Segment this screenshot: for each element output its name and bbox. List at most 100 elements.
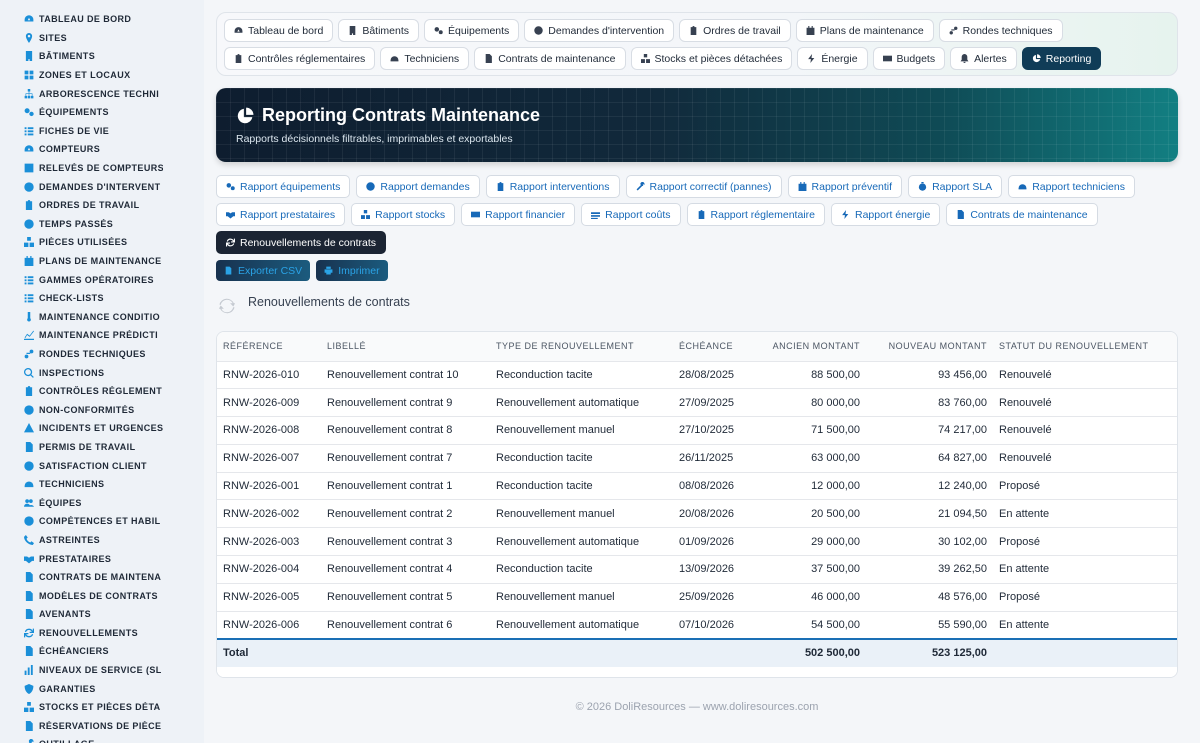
sidebar-item-controles-reglement[interactable]: CONTRÔLES RÉGLEMENT [0, 382, 204, 401]
sidebar-item-modeles-de-contrats[interactable]: MODÈLES DE CONTRATS [0, 586, 204, 605]
report-rapport-energie-button[interactable]: Rapport énergie [831, 203, 941, 226]
column-header-reference[interactable]: RÉFÉRENCE [217, 332, 321, 362]
sidebar-item-outillage[interactable]: OUTILLAGE [0, 735, 204, 743]
sidebar-item-check-lists[interactable]: CHECK-LISTS [0, 289, 204, 308]
sidebar-item-rondes-techniques[interactable]: RONDES TECHNIQUES [0, 345, 204, 364]
report-rapport-interventions-button[interactable]: Rapport interventions [485, 175, 620, 198]
table-row[interactable]: RNW-2026-001 Renouvellement contrat 1 Reco… [217, 472, 1177, 501]
sidebar-item-inspections[interactable]: INSPECTIONS [0, 363, 204, 382]
sidebar-item-batiments[interactable]: BÂTIMENTS [0, 47, 204, 66]
gears-icon [226, 183, 235, 191]
column-header-type-de-renouvellement[interactable]: TYPE DE RENOUVELLEMENT [490, 332, 673, 362]
sidebar-item-arborescence-techni[interactable]: ARBORESCENCE TECHNI [0, 84, 204, 103]
sidebar-item-techniciens[interactable]: TECHNICIENS [0, 475, 204, 494]
column-header-nouveau-montant[interactable]: NOUVEAU MONTANT [866, 332, 993, 362]
column-header-ancien-montant[interactable]: ANCIEN MONTANT [752, 332, 866, 362]
sidebar-item-niveaux-de-service-sl[interactable]: NIVEAUX DE SERVICE (SL [0, 661, 204, 680]
sidebar-item-prestataires[interactable]: PRESTATAIRES [0, 549, 204, 568]
table-row[interactable]: RNW-2026-004 Renouvellement contrat 4 Reco… [217, 555, 1177, 584]
print-button[interactable]: Imprimer [316, 260, 388, 281]
nav-button-label: Plans de maintenance [819, 24, 924, 37]
report-rapport-reglementaire-button[interactable]: Rapport réglementaire [686, 203, 825, 226]
nav-alertes-button[interactable]: Alertes [950, 47, 1017, 70]
nav-stocks-et-pieces-detachees-button[interactable]: Stocks et pièces détachées [630, 47, 793, 70]
nav-plans-de-maintenance-button[interactable]: Plans de maintenance [795, 19, 934, 42]
report-rapport-couts-button[interactable]: Rapport coûts [581, 203, 681, 226]
nav-equipements-button[interactable]: Équipements [424, 19, 520, 42]
sidebar-item-maintenance-conditio[interactable]: MAINTENANCE CONDITIO [0, 308, 204, 327]
sidebar-item-permis-de-travail[interactable]: PERMIS DE TRAVAIL [0, 438, 204, 457]
sidebar-item-stocks-et-pieces-deta[interactable]: STOCKS ET PIÈCES DÉTA [0, 698, 204, 717]
sidebar-item-competences-et-habil[interactable]: COMPÉTENCES ET HABIL [0, 512, 204, 531]
sidebar-item-avenants[interactable]: AVENANTS [0, 605, 204, 624]
sidebar-item-satisfaction-client[interactable]: SATISFACTION CLIENT [0, 456, 204, 475]
report-rapport-correctif-pannes-button[interactable]: Rapport correctif (pannes) [625, 175, 782, 198]
report-rapport-stocks-button[interactable]: Rapport stocks [351, 203, 456, 226]
sidebar-item-fiches-de-vie[interactable]: FICHES DE VIE [0, 122, 204, 141]
column-header-statut-du-renouvellement[interactable]: STATUT DU RENOUVELLEMENT [993, 332, 1177, 362]
table-row[interactable]: RNW-2026-010 Renouvellement contrat 10 Rec… [217, 361, 1177, 390]
sidebar-item-contrats-de-maintena[interactable]: CONTRATS DE MAINTENA [0, 568, 204, 587]
sidebar-item-renouvellements[interactable]: RENOUVELLEMENTS [0, 624, 204, 643]
table-row[interactable]: RNW-2026-009 Renouvellement contrat 9 Reno… [217, 388, 1177, 418]
table-row[interactable]: RNW-2026-008 Renouvellement contrat 8 Reno… [217, 416, 1177, 445]
report-rapport-sla-button[interactable]: Rapport SLA [908, 175, 1003, 198]
sidebar-item-garanties[interactable]: GARANTIES [0, 679, 204, 698]
nav-demandes-d-intervention-button[interactable]: Demandes d'intervention [524, 19, 675, 42]
table-row[interactable]: RNW-2026-005 Renouvellement contrat 5 Reno… [217, 583, 1177, 612]
nav-batiments-button[interactable]: Bâtiments [338, 19, 419, 42]
report-rapport-techniciens-button[interactable]: Rapport techniciens [1008, 175, 1135, 198]
nav-energie-button[interactable]: Énergie [797, 47, 868, 70]
table-bottom-spacer [217, 666, 1177, 677]
sidebar-item-equipes[interactable]: ÉQUIPES [0, 493, 204, 512]
sidebar-item-releves-de-compteurs[interactable]: RELEVÉS DE COMPTEURS [0, 159, 204, 178]
table-row[interactable]: RNW-2026-002 Renouvellement contrat 2 Reno… [217, 499, 1177, 529]
report-renouvellements-de-contrats-button[interactable]: Renouvellements de contrats [216, 231, 386, 254]
sidebar-item-zones-et-locaux[interactable]: ZONES ET LOCAUX [0, 66, 204, 85]
nav-button-label: Bâtiments [362, 24, 409, 37]
sidebar-item-sites[interactable]: SITES [0, 29, 204, 48]
report-rapport-preventif-button[interactable]: Rapport préventif [787, 175, 903, 198]
sidebar-item-maintenance-predicti[interactable]: MAINTENANCE PRÉDICTI [0, 326, 204, 345]
sidebar-item-demandes-d-intervent[interactable]: DEMANDES D'INTERVENT [0, 177, 204, 196]
report-rapport-equipements-button[interactable]: Rapport équipements [216, 175, 351, 198]
sidebar-item-ordres-de-travail[interactable]: ORDRES DE TRAVAIL [0, 196, 204, 215]
sidebar-item-tableau-de-bord[interactable]: TABLEAU DE BORD [0, 10, 204, 29]
sidebar-item-echeanciers[interactable]: ÉCHÉANCIERS [0, 642, 204, 661]
sidebar-item-astreintes[interactable]: ASTREINTES [0, 531, 204, 550]
export-csv-button[interactable]: Exporter CSV [216, 260, 311, 281]
table-row[interactable]: RNW-2026-007 Renouvellement contrat 7 Reco… [217, 444, 1177, 473]
nav-controles-reglementaires-button[interactable]: Contrôles réglementaires [224, 47, 376, 70]
report-contrats-de-maintenance-button[interactable]: Contrats de maintenance [946, 203, 1098, 226]
table-row[interactable]: RNW-2026-003 Renouvellement contrat 3 Reno… [217, 527, 1177, 557]
sidebar-item-plans-de-maintenance[interactable]: PLANS DE MAINTENANCE [0, 252, 204, 271]
column-header-libelle[interactable]: LIBELLÉ [321, 332, 490, 362]
nav-ordres-de-travail-button[interactable]: Ordres de travail [679, 19, 791, 42]
users-icon [24, 498, 34, 507]
sidebar-item-gammes-operatoires[interactable]: GAMMES OPÉRATOIRES [0, 270, 204, 289]
sidebar-item-label: CONTRATS DE MAINTENA [39, 572, 162, 583]
table-row[interactable]: RNW-2026-006 Renouvellement contrat 6 Reno… [217, 611, 1177, 640]
nav-tableau-de-bord-button[interactable]: Tableau de bord [224, 19, 334, 42]
clipboard-check-icon [698, 210, 704, 219]
table-cell-type-de-renouvellement: Renouvellement manuel [490, 583, 673, 612]
sidebar-item-compteurs[interactable]: COMPTEURS [0, 140, 204, 159]
sidebar-item-label: ÉQUIPEMENTS [39, 107, 109, 118]
nav-techniciens-button[interactable]: Techniciens [380, 47, 470, 70]
sidebar-item-label: ZONES ET LOCAUX [39, 70, 131, 81]
report-rapport-financier-button[interactable]: Rapport financier [461, 203, 576, 226]
nav-contrats-de-maintenance-button[interactable]: Contrats de maintenance [474, 47, 626, 70]
report-rapport-demandes-button[interactable]: Rapport demandes [356, 175, 480, 198]
sidebar-item-incidents-et-urgences[interactable]: INCIDENTS ET URGENCES [0, 419, 204, 438]
column-header-echeance[interactable]: ÉCHÉANCE [673, 332, 752, 362]
nav-budgets-button[interactable]: Budgets [872, 47, 946, 70]
sidebar-item-equipements[interactable]: ÉQUIPEMENTS [0, 103, 204, 122]
sidebar-item-pieces-utilisees[interactable]: PIÈCES UTILISÉES [0, 233, 204, 252]
sidebar-item-non-conformites[interactable]: NON-CONFORMITÉS [0, 400, 204, 419]
sidebar-item-reservations-de-piece[interactable]: RÉSERVATIONS DE PIÈCE [0, 717, 204, 736]
nav-rondes-techniques-button[interactable]: Rondes techniques [938, 19, 1063, 42]
report-rapport-prestataires-button[interactable]: Rapport prestataires [216, 203, 346, 226]
sidebar-item-temps-passes[interactable]: TEMPS PASSÉS [0, 215, 204, 234]
clipboard-icon [25, 200, 33, 211]
nav-reporting-button[interactable]: Reporting [1021, 47, 1102, 70]
